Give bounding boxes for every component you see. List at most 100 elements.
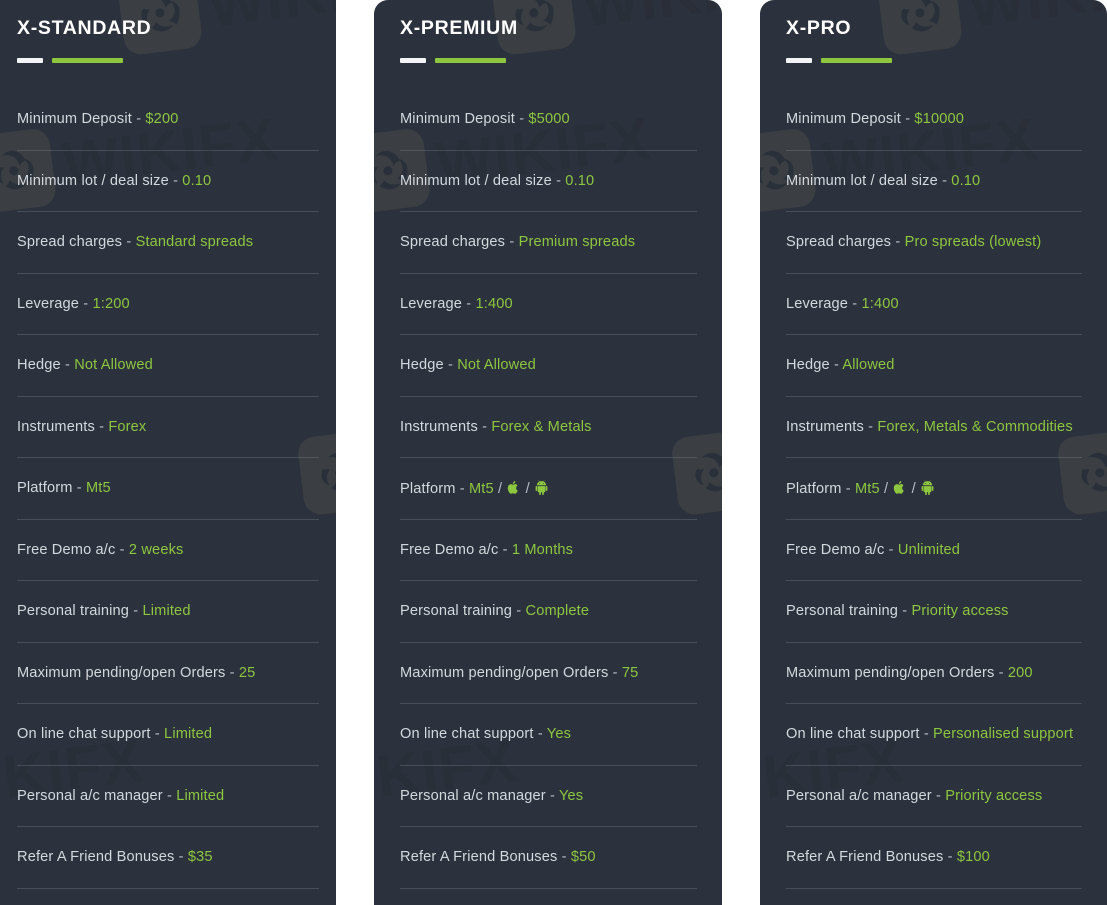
feature-text: On line chat support - Yes	[400, 727, 571, 742]
feature-value: Personalised support	[933, 726, 1074, 743]
feature-text: Minimum Deposit - $10000	[786, 112, 964, 127]
feature-row: Minimum Deposit - $5000	[400, 89, 697, 151]
accent-dash-white	[400, 57, 426, 63]
feature-row: Free Demo a/c - Unlimited	[786, 520, 1082, 582]
feature-text: Platform - Mt5 / /	[400, 480, 549, 497]
feature-row: On line chat support - Yes	[400, 704, 697, 766]
feature-text: Personal training - Limited	[17, 604, 191, 619]
feature-label: Personal training	[786, 603, 903, 620]
feature-separator: -	[99, 418, 109, 435]
feature-label: Hedge	[786, 357, 834, 374]
feature-row: Minimum lot / deal size - 0.10	[786, 151, 1082, 213]
feature-row: Instruments - Forex	[17, 397, 319, 459]
feature-value: $100	[956, 849, 990, 866]
feature-row: Instruments - Forex & Metals	[400, 397, 697, 459]
feature-text: Minimum lot / deal size - 0.10	[786, 174, 980, 189]
feature-label: Instruments	[400, 418, 483, 435]
feature-row: Personal a/c manager - Priority access	[786, 766, 1082, 828]
feature-separator: -	[64, 357, 75, 374]
feature-text: Refer A Friend Bonuses - $100	[786, 850, 990, 865]
feature-value: Standard spreads	[135, 234, 254, 251]
feature-label: On line chat support	[400, 726, 538, 743]
feature-label: Maximum pending/open Orders	[400, 664, 613, 681]
feature-label: Personal a/c manager	[400, 787, 550, 804]
feature-separator: -	[166, 787, 177, 804]
feature-value: Complete	[525, 603, 590, 620]
feature-row: Platform - Mt5	[17, 458, 319, 520]
feature-row: Refer A Friend Bonuses - $100	[786, 827, 1082, 889]
feature-text: Personal a/c manager - Priority access	[786, 789, 1042, 804]
feature-text: Leverage - 1:400	[786, 297, 899, 312]
feature-row: Free Demo a/c - 2 weeks	[17, 520, 319, 582]
feature-text: Leverage - 1:200	[17, 297, 130, 312]
feature-separator: -	[447, 357, 458, 374]
feature-text: Instruments - Forex	[17, 420, 146, 435]
feature-row: Personal a/c manager - Limited	[17, 766, 319, 828]
feature-label: Minimum lot / deal size	[400, 172, 557, 189]
feature-value: $5000	[528, 111, 570, 128]
feature-text: Minimum lot / deal size - 0.10	[17, 174, 211, 189]
feature-row: Leverage - 1:400	[400, 274, 697, 336]
feature-separator: -	[154, 726, 165, 743]
feature-label: Spread charges	[400, 234, 510, 251]
feature-value: 200	[1007, 664, 1033, 681]
feature-value: Premium spreads	[518, 234, 636, 251]
feature-separator: -	[888, 541, 898, 558]
feature-label: Minimum lot / deal size	[17, 172, 174, 189]
feature-text: Minimum Deposit - $5000	[400, 112, 570, 127]
feature-row: Maximum pending/open Orders - 75	[400, 643, 697, 705]
feature-separator: -	[612, 664, 622, 681]
feature-text: Hedge - Not Allowed	[400, 358, 536, 373]
card-content: X-STANDARD Minimum Deposit - $200 Minimum …	[0, 0, 336, 889]
feature-value: 1 Months	[511, 541, 574, 558]
feature-row: Maximum pending/open Orders - 200	[786, 643, 1082, 705]
feature-row: On line chat support - Personalised supp…	[786, 704, 1082, 766]
feature-separator: -	[998, 664, 1008, 681]
title-accent-bars	[786, 57, 1082, 63]
feature-label: Refer A Friend Bonuses	[786, 849, 948, 866]
feature-text: Refer A Friend Bonuses - $35	[17, 850, 213, 865]
feature-row: Spread charges - Pro spreads (lowest)	[786, 212, 1082, 274]
feature-row: Platform - Mt5 / /	[400, 458, 697, 520]
feature-text: Hedge - Allowed	[786, 358, 895, 373]
feature-row: Minimum Deposit - $200	[17, 89, 319, 151]
feature-label: Leverage	[400, 295, 467, 312]
feature-row: Instruments - Forex, Metals & Commoditie…	[786, 397, 1082, 459]
feature-text: Spread charges - Premium spreads	[400, 235, 635, 250]
feature-text: Spread charges - Pro spreads (lowest)	[786, 235, 1041, 250]
feature-value: 1:400	[861, 295, 899, 312]
feature-separator: -	[502, 541, 512, 558]
title-accent-bars	[400, 57, 697, 63]
feature-label: Refer A Friend Bonuses	[17, 849, 179, 866]
feature-row: Free Demo a/c - 1 Months	[400, 520, 697, 582]
feature-value: Limited	[142, 603, 191, 620]
feature-separator: -	[895, 234, 905, 251]
feature-text: Personal a/c manager - Yes	[400, 789, 583, 804]
feature-value: $200	[145, 111, 179, 128]
feature-value: Limited	[164, 726, 213, 743]
feature-text: Instruments - Forex, Metals & Commoditie…	[786, 420, 1073, 435]
feature-separator: -	[942, 172, 952, 189]
feature-label: Personal training	[400, 603, 517, 620]
feature-row: Platform - Mt5 / /	[786, 458, 1082, 520]
feature-value: $50	[570, 849, 596, 866]
feature-row: Hedge - Allowed	[786, 335, 1082, 397]
feature-label: Minimum Deposit	[400, 111, 520, 128]
feature-text: Personal a/c manager - Limited	[17, 789, 224, 804]
feature-label: Free Demo a/c	[786, 541, 889, 558]
feature-row: Hedge - Not Allowed	[400, 335, 697, 397]
feature-value: 0.10	[182, 172, 212, 189]
feature-separator: -	[902, 603, 912, 620]
card-content: X-PREMIUM Minimum Deposit - $5000 Minimum …	[374, 0, 722, 889]
feature-label: Minimum lot / deal size	[786, 172, 943, 189]
feature-value: 0.10	[565, 172, 595, 189]
feature-row: Hedge - Not Allowed	[17, 335, 319, 397]
feature-value: Forex & Metals	[491, 418, 592, 435]
feature-value: 75	[621, 664, 639, 681]
feature-value: Forex	[108, 418, 147, 435]
feature-text: Leverage - 1:400	[400, 297, 513, 312]
card-title: X-PRO	[786, 17, 852, 39]
feature-text: Refer A Friend Bonuses - $50	[400, 850, 596, 865]
feature-separator: -	[178, 849, 188, 866]
feature-value: 25	[238, 664, 256, 681]
